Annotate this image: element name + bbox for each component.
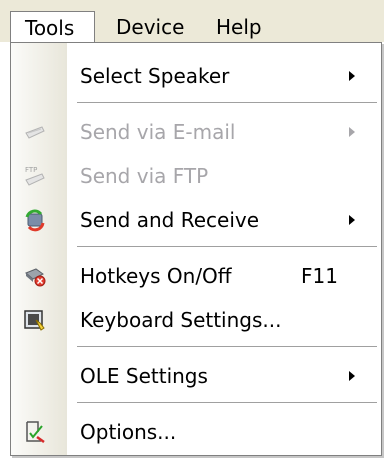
send-receive-icon bbox=[23, 208, 47, 232]
menu-item-send-and-receive[interactable]: Send and Receive bbox=[11, 198, 381, 242]
menu-item-keyboard-settings[interactable]: Keyboard Settings... bbox=[11, 298, 381, 342]
menu-tools[interactable]: Tools bbox=[10, 11, 95, 43]
menu-item-label: Send via E-mail bbox=[80, 120, 236, 144]
hotkeys-icon bbox=[23, 264, 47, 288]
keyboard-settings-icon bbox=[23, 308, 47, 332]
menu-item-options[interactable]: Options... bbox=[11, 410, 381, 454]
menu-help[interactable]: Help bbox=[216, 11, 262, 39]
menu-item-label: Send via FTP bbox=[80, 164, 209, 188]
menu-item-send-via-email[interactable]: Send via E-mail bbox=[11, 110, 381, 154]
menu-item-label: Select Speaker bbox=[80, 64, 230, 88]
options-icon bbox=[23, 420, 47, 444]
menu-item-shortcut: F11 bbox=[301, 264, 338, 288]
menu-item-send-via-ftp[interactable]: FTP Send via FTP bbox=[11, 154, 381, 198]
menu-item-label: Send and Receive bbox=[80, 208, 260, 232]
ftp-icon-text: FTP bbox=[25, 166, 37, 174]
submenu-arrow-icon bbox=[349, 215, 355, 225]
tools-dropdown-menu: Select Speaker Send via E-mail FTP Send … bbox=[10, 42, 382, 456]
menu-separator bbox=[77, 346, 377, 347]
menu-item-label: OLE Settings bbox=[80, 364, 208, 388]
menu-item-label: Hotkeys On/Off bbox=[80, 264, 232, 288]
menu-separator bbox=[77, 102, 377, 103]
menu-item-label: Options... bbox=[80, 420, 177, 444]
menu-item-label: Keyboard Settings... bbox=[80, 308, 282, 332]
submenu-arrow-icon bbox=[349, 127, 355, 137]
menu-item-hotkeys[interactable]: Hotkeys On/Off F11 bbox=[11, 254, 381, 298]
ftp-send-icon: FTP bbox=[23, 164, 47, 188]
menu-item-ole-settings[interactable]: OLE Settings bbox=[11, 354, 381, 398]
submenu-arrow-icon bbox=[349, 71, 355, 81]
email-send-icon bbox=[23, 120, 47, 144]
menu-device[interactable]: Device bbox=[116, 11, 184, 39]
menu-separator bbox=[77, 402, 377, 403]
menu-separator bbox=[77, 246, 377, 247]
menu-bar: Tools Device Help bbox=[0, 0, 384, 43]
menu-item-select-speaker[interactable]: Select Speaker bbox=[11, 54, 381, 98]
submenu-arrow-icon bbox=[349, 371, 355, 381]
